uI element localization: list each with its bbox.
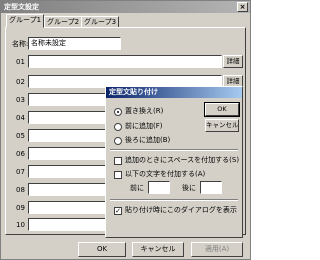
replace-radio[interactable] bbox=[114, 108, 122, 116]
add-space-checkbox[interactable] bbox=[114, 157, 122, 165]
prepend-radio[interactable] bbox=[114, 123, 122, 131]
after-label: 後に bbox=[182, 184, 196, 192]
paste-phrase-dialog: 定型文貼り付け OK キャンセル 置き換え(R) 前に追加(F) 後ろに追加(B… bbox=[105, 86, 243, 238]
tab-group-1[interactable]: グループ1 bbox=[6, 14, 45, 28]
add-chars-label: 以下の文字を付加する(A) bbox=[125, 170, 206, 178]
replace-label: 置き換え(R) bbox=[125, 107, 164, 115]
before-input[interactable] bbox=[148, 181, 170, 194]
row-number: 03 bbox=[16, 96, 25, 104]
add-space-label: 追加のときにスペースを付加する(S) bbox=[125, 156, 240, 164]
row-number: 07 bbox=[16, 168, 25, 176]
close-icon[interactable]: × bbox=[237, 2, 248, 12]
append-label: 後ろに追加(B) bbox=[125, 136, 171, 144]
window-title: 定型文設定 bbox=[4, 3, 39, 11]
divider bbox=[110, 149, 238, 151]
apply-button[interactable]: 適用(A) bbox=[191, 242, 243, 257]
row-number: 02 bbox=[16, 78, 25, 86]
before-label: 前に bbox=[130, 184, 144, 192]
dialog-title: 定型文貼り付け bbox=[106, 87, 242, 98]
after-input[interactable] bbox=[200, 181, 222, 194]
row-number: 08 bbox=[16, 186, 25, 194]
add-chars-checkbox[interactable] bbox=[114, 171, 122, 179]
name-label: 名称: bbox=[12, 40, 29, 48]
row-number: 05 bbox=[16, 132, 25, 140]
name-input[interactable]: 名称未設定 bbox=[28, 37, 121, 50]
row-number: 10 bbox=[16, 221, 25, 229]
row-number: 01 bbox=[16, 58, 25, 66]
cancel-button[interactable]: キャンセル bbox=[132, 242, 184, 257]
phrase-input-01[interactable] bbox=[28, 55, 222, 68]
ok-button[interactable]: OK bbox=[78, 242, 126, 257]
append-radio[interactable] bbox=[114, 137, 122, 145]
prepend-label: 前に追加(F) bbox=[125, 122, 163, 130]
row-number: 09 bbox=[16, 204, 25, 212]
show-dialog-checkbox[interactable]: ✓ bbox=[114, 207, 122, 215]
row-number: 06 bbox=[16, 150, 25, 158]
fixed-phrase-settings-window: 定型文設定 × グループ1 グループ2 グループ3 名称: 名称未設定 01 詳… bbox=[0, 0, 251, 260]
divider bbox=[110, 199, 238, 201]
row-number: 04 bbox=[16, 114, 25, 122]
dialog-ok-button[interactable]: OK bbox=[204, 102, 240, 117]
detail-button-01[interactable]: 詳細 bbox=[223, 55, 243, 68]
dialog-cancel-button[interactable]: キャンセル bbox=[205, 119, 239, 132]
show-dialog-label: 貼り付け時にこのダイアログを表示 bbox=[125, 206, 237, 214]
window-titlebar: 定型文設定 × bbox=[1, 1, 250, 13]
